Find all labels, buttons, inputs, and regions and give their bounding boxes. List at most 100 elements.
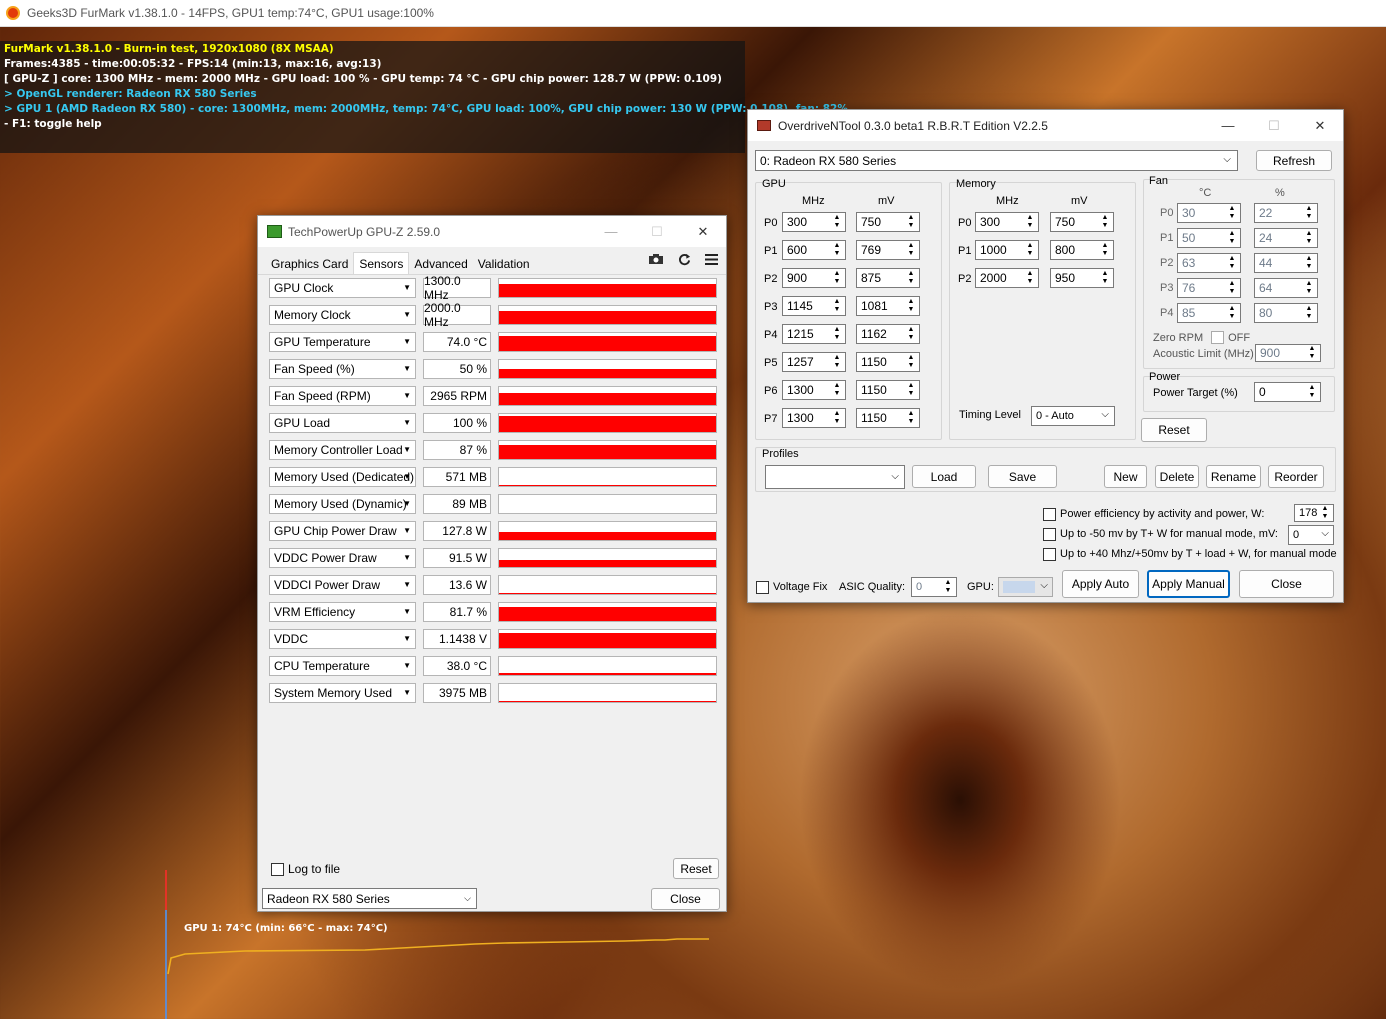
undervolt-checkbox[interactable]	[1043, 528, 1056, 541]
sensor-name-select[interactable]: VRM Efficiency ▼	[269, 602, 416, 622]
power-efficiency-input[interactable]: 178 ▲ ▼	[1294, 504, 1334, 522]
delete-button[interactable]: Delete	[1155, 465, 1199, 488]
dropdown-arrow-icon[interactable]: ▼	[403, 580, 411, 589]
dropdown-arrow-icon[interactable]: ▼	[403, 364, 411, 373]
sensor-name-select[interactable]: GPU Load ▼	[269, 413, 416, 433]
gpu-mv-input[interactable]: 1081 ▲ ▼	[856, 296, 920, 316]
tab-advanced[interactable]: Advanced	[409, 252, 472, 274]
dropdown-arrow-icon[interactable]: ▼	[403, 634, 411, 643]
sensor-name-select[interactable]: GPU Temperature ▼	[269, 332, 416, 352]
sensor-name-select[interactable]: VDDC ▼	[269, 629, 416, 649]
spinner-icon[interactable]: ▲ ▼	[830, 381, 844, 399]
memory-mv-input[interactable]: 800 ▲ ▼	[1050, 240, 1114, 260]
sensor-name-select[interactable]: System Memory Used ▼	[269, 683, 416, 703]
fan-pct-input[interactable]: 80 ▲ ▼	[1254, 303, 1318, 323]
sensor-name-select[interactable]: GPU Clock ▼	[269, 278, 416, 298]
sensor-name-select[interactable]: GPU Chip Power Draw ▼	[269, 521, 416, 541]
gpu-mv-input[interactable]: 1150 ▲ ▼	[856, 380, 920, 400]
reorder-button[interactable]: Reorder	[1268, 465, 1324, 488]
spinner-icon[interactable]: ▲ ▼	[1023, 269, 1037, 287]
sensor-name-select[interactable]: Memory Controller Load ▼	[269, 440, 416, 460]
power-efficiency-checkbox[interactable]	[1043, 508, 1056, 521]
gpu-mhz-input[interactable]: 1257 ▲ ▼	[782, 352, 846, 372]
spinner-icon[interactable]: ▲ ▼	[904, 241, 918, 259]
spinner-icon[interactable]: ▲ ▼	[904, 269, 918, 287]
gpu-mv-input[interactable]: 1150 ▲ ▼	[856, 408, 920, 428]
dropdown-arrow-icon[interactable]: ▼	[403, 418, 411, 427]
sensor-name-select[interactable]: CPU Temperature ▼	[269, 656, 416, 676]
minimize-button[interactable]: —	[588, 216, 634, 247]
gpu-mv-input[interactable]: 875 ▲ ▼	[856, 268, 920, 288]
power-target-input[interactable]: 0 ▲ ▼	[1254, 382, 1321, 402]
sensor-name-select[interactable]: Fan Speed (%) ▼	[269, 359, 416, 379]
tab-validation[interactable]: Validation	[473, 252, 535, 274]
tab-sensors[interactable]: Sensors	[353, 252, 410, 274]
gpu-mhz-input[interactable]: 1145 ▲ ▼	[782, 296, 846, 316]
fan-pct-input[interactable]: 24 ▲ ▼	[1254, 228, 1318, 248]
asic-quality-input[interactable]: 0 ▲ ▼	[911, 577, 957, 597]
spinner-icon[interactable]: ▲ ▼	[1302, 204, 1316, 222]
spinner-icon[interactable]: ▲ ▼	[1225, 229, 1239, 247]
voltage-fix-checkbox[interactable]	[756, 581, 769, 594]
dropdown-arrow-icon[interactable]: ▼	[403, 607, 411, 616]
overclock-load-checkbox[interactable]	[1043, 548, 1056, 561]
zero-rpm[interactable]: Zero RPM OFF	[1153, 331, 1250, 344]
memory-mv-input[interactable]: 750 ▲ ▼	[1050, 212, 1114, 232]
refresh-button[interactable]: Refresh	[1256, 150, 1332, 171]
spinner-icon[interactable]: ▲ ▼	[1302, 254, 1316, 272]
gpu-index-select[interactable]: ⌵	[998, 577, 1053, 597]
gpu-mhz-input[interactable]: 300 ▲ ▼	[782, 212, 846, 232]
memory-mhz-input[interactable]: 300 ▲ ▼	[975, 212, 1039, 232]
spinner-icon[interactable]: ▲ ▼	[1023, 213, 1037, 231]
undervolt-select[interactable]: 0 ⌵	[1288, 525, 1334, 545]
dropdown-arrow-icon[interactable]: ▼	[403, 553, 411, 562]
fan-temp-input[interactable]: 76 ▲ ▼	[1177, 278, 1241, 298]
refresh-icon[interactable]	[678, 253, 691, 269]
spinner-icon[interactable]: ▲ ▼	[1098, 213, 1112, 231]
dropdown-arrow-icon[interactable]: ▼	[403, 688, 411, 697]
dropdown-arrow-icon[interactable]: ▼	[403, 526, 411, 535]
maximize-button[interactable]: ☐	[634, 216, 680, 247]
zero-rpm-checkbox[interactable]	[1211, 331, 1225, 344]
spinner-icon[interactable]: ▲ ▼	[1098, 241, 1112, 259]
gpu-mv-input[interactable]: 769 ▲ ▼	[856, 240, 920, 260]
minimize-button[interactable]: —	[1205, 110, 1251, 141]
gpu-mv-input[interactable]: 750 ▲ ▼	[856, 212, 920, 232]
fan-temp-input[interactable]: 50 ▲ ▼	[1177, 228, 1241, 248]
fan-pct-input[interactable]: 22 ▲ ▼	[1254, 203, 1318, 223]
gpu-mhz-input[interactable]: 600 ▲ ▼	[782, 240, 846, 260]
spinner-icon[interactable]: ▲ ▼	[904, 353, 918, 371]
close-button[interactable]: ✕	[1297, 110, 1343, 141]
gpu-mv-input[interactable]: 1150 ▲ ▼	[856, 352, 920, 372]
spinner-icon[interactable]: ▲ ▼	[904, 409, 918, 427]
sensor-name-select[interactable]: Memory Used (Dedicated) ▼	[269, 467, 416, 487]
spinner-icon[interactable]: ▲ ▼	[1305, 383, 1319, 401]
dropdown-arrow-icon[interactable]: ▼	[403, 337, 411, 346]
spinner-icon[interactable]: ▲ ▼	[1302, 304, 1316, 322]
gpu-mhz-input[interactable]: 1300 ▲ ▼	[782, 380, 846, 400]
spinner-icon[interactable]: ▲ ▼	[904, 325, 918, 343]
spinner-icon[interactable]: ▲ ▼	[830, 353, 844, 371]
menu-icon[interactable]	[705, 253, 718, 269]
rename-button[interactable]: Rename	[1206, 465, 1261, 488]
camera-icon[interactable]	[648, 253, 664, 269]
sensor-name-select[interactable]: Fan Speed (RPM) ▼	[269, 386, 416, 406]
new-button[interactable]: New	[1104, 465, 1147, 488]
apply-auto-button[interactable]: Apply Auto	[1062, 570, 1139, 598]
close-button[interactable]: ✕	[680, 216, 726, 247]
memory-mhz-input[interactable]: 2000 ▲ ▼	[975, 268, 1039, 288]
memory-mv-input[interactable]: 950 ▲ ▼	[1050, 268, 1114, 288]
spinner-icon[interactable]: ▲ ▼	[904, 381, 918, 399]
save-button[interactable]: Save	[988, 465, 1057, 488]
spinner-icon[interactable]: ▲ ▼	[1225, 204, 1239, 222]
spinner-icon[interactable]: ▲ ▼	[1318, 505, 1332, 521]
spinner-icon[interactable]: ▲ ▼	[1225, 304, 1239, 322]
spinner-icon[interactable]: ▲ ▼	[1225, 254, 1239, 272]
spinner-icon[interactable]: ▲ ▼	[1302, 229, 1316, 247]
spinner-icon[interactable]: ▲ ▼	[830, 325, 844, 343]
gpu-mhz-input[interactable]: 1300 ▲ ▼	[782, 408, 846, 428]
dropdown-arrow-icon[interactable]: ▼	[403, 283, 411, 292]
sensor-name-select[interactable]: Memory Clock ▼	[269, 305, 416, 325]
acoustic-limit-input[interactable]: 900 ▲ ▼	[1255, 344, 1321, 362]
gpu-mhz-input[interactable]: 1215 ▲ ▼	[782, 324, 846, 344]
